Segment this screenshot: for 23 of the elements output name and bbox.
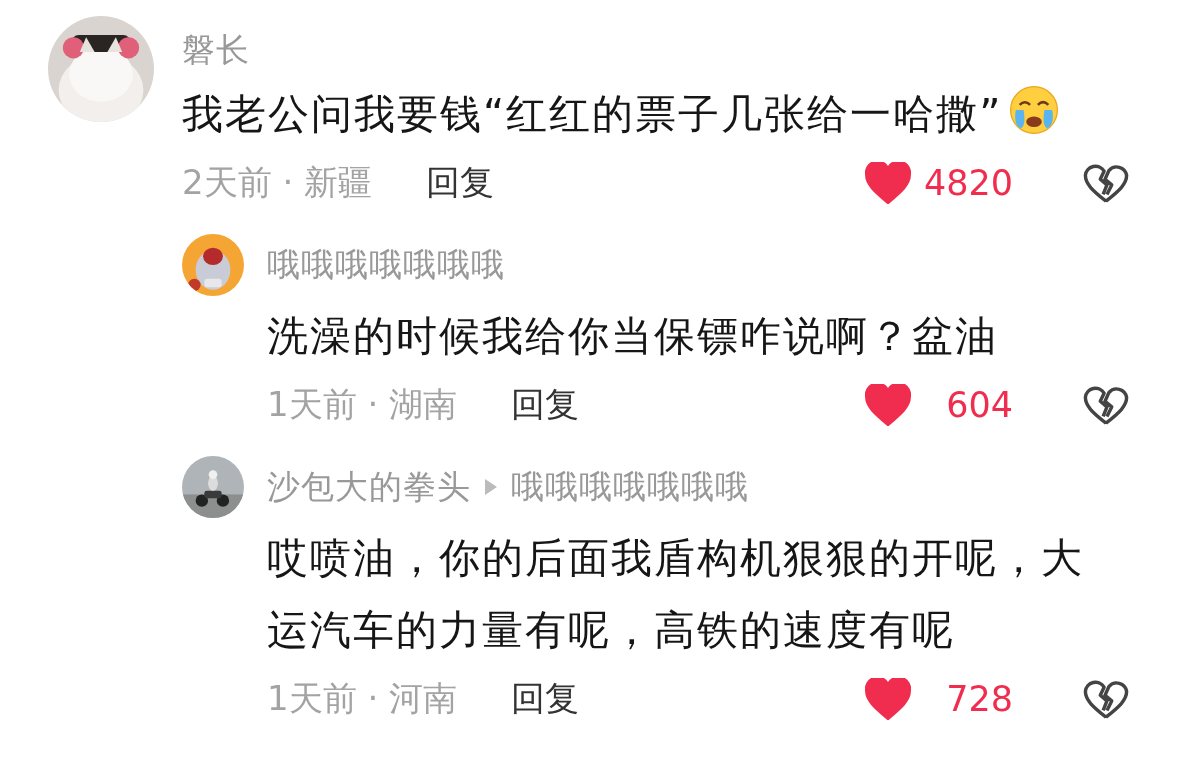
comment-text: 洗澡的时候我给你当保镖咋说啊？盆油 [267, 311, 999, 362]
reply-button[interactable]: 回复 [511, 382, 580, 428]
comment-time-location: 1天前 · 河南 [267, 677, 458, 720]
comment-text: 哎喷油，你的后面我盾构机狠狠的开呢，大运汽车的力量有呢，高铁的速度有呢 [267, 533, 1085, 656]
broken-heart-icon[interactable] [1083, 678, 1129, 720]
like-count: 604 [945, 385, 1013, 425]
reply-button[interactable]: 回复 [511, 676, 580, 722]
username[interactable]: 沙包大的拳头 [267, 464, 471, 510]
comment-time-location: 1天前 · 湖南 [267, 383, 458, 426]
username[interactable]: 哦哦哦哦哦哦哦 [267, 242, 505, 288]
username[interactable]: 磐长 [182, 27, 250, 73]
reply-button[interactable]: 回复 [426, 160, 495, 206]
like-count: 4820 [922, 163, 1013, 203]
like-count: 728 [945, 679, 1013, 719]
heart-icon[interactable] [865, 384, 911, 426]
heart-icon[interactable] [865, 162, 911, 204]
comment-text: 我老公问我要钱“红红的票子几张给一哈撒” [182, 78, 1179, 150]
comment-time-location: 2天前 · 新疆 [182, 161, 373, 204]
reply-arrow-icon [485, 479, 497, 495]
heart-icon[interactable] [865, 678, 911, 720]
broken-heart-icon[interactable] [1083, 384, 1129, 426]
username[interactable]: 哦哦哦哦哦哦哦 [511, 464, 749, 510]
broken-heart-icon[interactable] [1083, 162, 1129, 204]
